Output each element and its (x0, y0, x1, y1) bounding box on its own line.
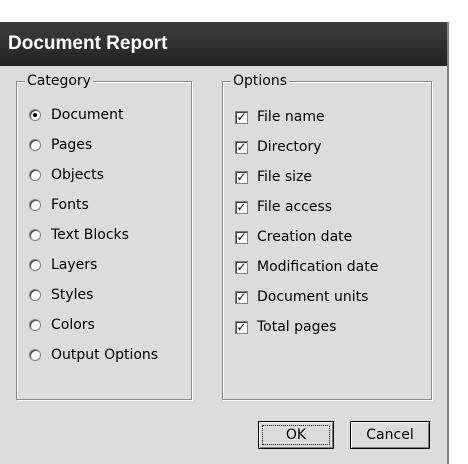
radio-button[interactable] (29, 259, 41, 271)
radio-document[interactable]: Document (29, 104, 124, 126)
checkbox-checked[interactable]: ✓ (235, 170, 248, 184)
checkbox-label: Directory (257, 139, 322, 155)
radio-button[interactable] (29, 139, 41, 151)
checkbox-checked[interactable]: ✓ (235, 140, 248, 154)
radio-text-blocks[interactable]: Text Blocks (29, 224, 129, 246)
radio-label: Colors (51, 317, 95, 333)
ok-button[interactable]: OK (258, 421, 334, 449)
radio-styles[interactable]: Styles (29, 284, 93, 306)
radio-objects[interactable]: Objects (29, 164, 104, 186)
radio-label: Pages (51, 137, 93, 153)
radio-layers[interactable]: Layers (29, 254, 97, 276)
document-report-dialog: Document Report Category Document Pages … (0, 22, 449, 464)
checkbox-checked[interactable]: ✓ (235, 290, 248, 304)
radio-label: Layers (51, 257, 98, 273)
options-group: Options ✓ File name ✓ Directory ✓ File s… (222, 72, 432, 400)
radio-button[interactable] (29, 229, 41, 241)
checkbox-file-access[interactable]: ✓ File access (235, 196, 332, 218)
options-legend: Options (231, 72, 290, 90)
radio-button[interactable] (29, 319, 41, 331)
checkbox-checked[interactable]: ✓ (235, 200, 248, 214)
category-group: Category Document Pages Objects Fonts Te… (16, 72, 192, 400)
cancel-button[interactable]: Cancel (350, 421, 430, 449)
checkbox-checked[interactable]: ✓ (235, 320, 248, 334)
checkbox-document-units[interactable]: ✓ Document units (235, 286, 368, 308)
radio-button[interactable] (29, 169, 41, 181)
category-legend: Category (25, 72, 93, 90)
radio-button[interactable] (29, 289, 41, 301)
checkbox-modification-date[interactable]: ✓ Modification date (235, 256, 378, 278)
checkbox-label: Modification date (257, 259, 379, 275)
radio-pages[interactable]: Pages (29, 134, 92, 156)
radio-button[interactable] (29, 349, 41, 361)
radio-fonts[interactable]: Fonts (29, 194, 89, 216)
checkbox-checked[interactable]: ✓ (235, 230, 248, 244)
checkbox-file-size[interactable]: ✓ File size (235, 166, 312, 188)
checkbox-label: Total pages (257, 319, 337, 335)
checkbox-directory[interactable]: ✓ Directory (235, 136, 322, 158)
checkbox-label: Document units (257, 289, 369, 305)
dialog-title-bar[interactable]: Document Report (0, 22, 447, 66)
checkbox-label: File name (257, 109, 325, 125)
checkbox-checked[interactable]: ✓ (235, 260, 248, 274)
radio-label: Document (51, 107, 124, 123)
checkbox-label: Creation date (257, 229, 353, 245)
checkbox-creation-date[interactable]: ✓ Creation date (235, 226, 352, 248)
radio-label: Styles (51, 287, 94, 303)
radio-label: Text Blocks (51, 227, 129, 243)
radio-label: Fonts (51, 197, 89, 213)
checkbox-checked[interactable]: ✓ (235, 110, 248, 124)
radio-button[interactable] (29, 109, 41, 121)
radio-colors[interactable]: Colors (29, 314, 95, 336)
checkbox-file-name[interactable]: ✓ File name (235, 106, 325, 128)
radio-output-options[interactable]: Output Options (29, 344, 158, 366)
checkbox-total-pages[interactable]: ✓ Total pages (235, 316, 336, 338)
radio-label: Output Options (51, 347, 159, 363)
radio-button[interactable] (29, 199, 41, 211)
checkbox-label: File size (257, 169, 313, 185)
checkbox-label: File access (257, 199, 333, 215)
radio-label: Objects (51, 167, 104, 183)
